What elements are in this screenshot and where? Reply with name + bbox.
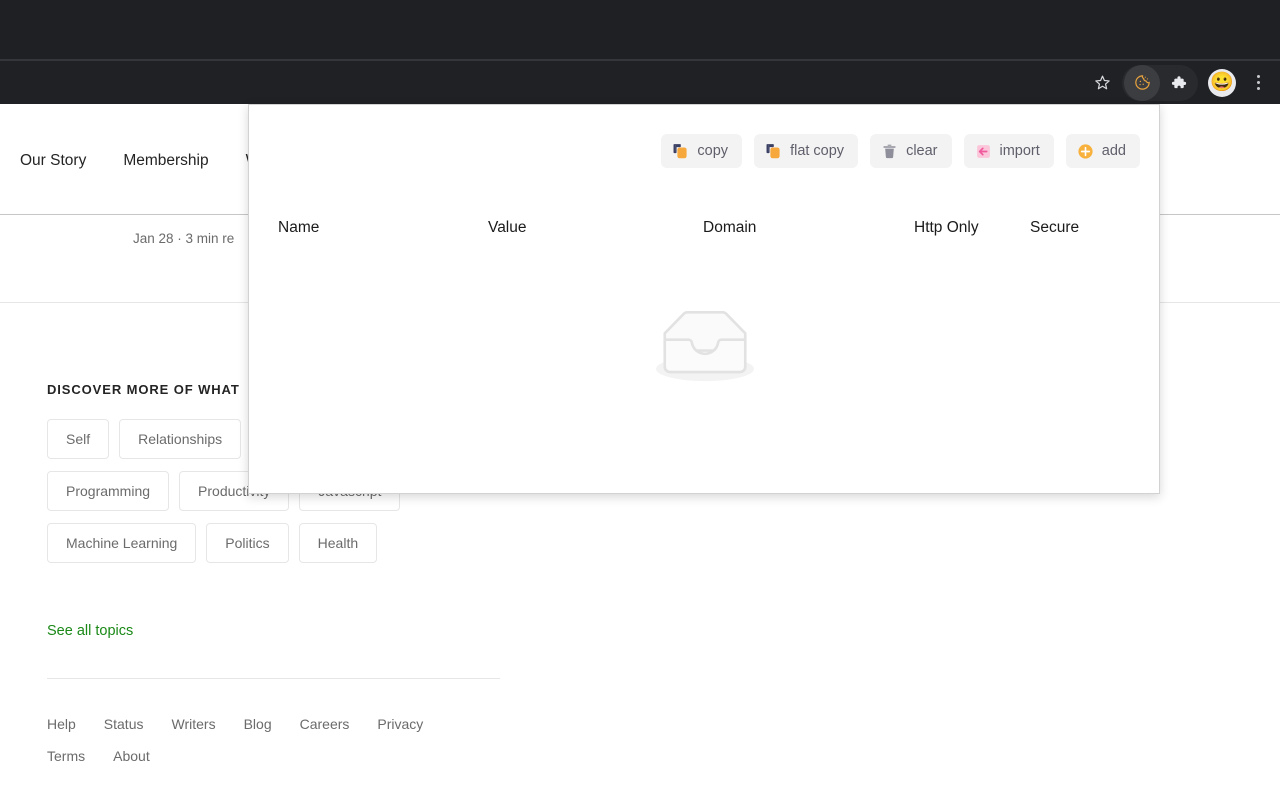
nav-link-our-story[interactable]: Our Story	[20, 152, 86, 170]
column-header-value: Value	[488, 219, 527, 236]
import-button-label: import	[999, 143, 1040, 159]
profile-avatar-icon[interactable]: 😀	[1208, 68, 1236, 97]
topic-chip-health[interactable]: Health	[298, 523, 378, 563]
footer-link-about[interactable]: About	[113, 748, 150, 764]
flat-copy-button-label: flat copy	[790, 143, 845, 159]
browser-chrome: 😀	[0, 0, 1280, 104]
cookie-table-empty-state	[249, 301, 1159, 393]
topic-chip-relationships[interactable]: Relationships	[119, 419, 242, 459]
topic-chip-politics[interactable]: Politics	[206, 523, 289, 563]
footer-links: Help Status Writers Blog Careers Privacy…	[47, 716, 487, 764]
flat-copy-button[interactable]: flat copy	[754, 134, 859, 168]
topic-chip-row: Machine Learning Politics Health	[47, 523, 747, 563]
column-header-name: Name	[278, 219, 320, 236]
copy-icon	[672, 143, 689, 160]
add-circle-icon	[1077, 143, 1094, 160]
popup-action-toolbar: copy flat copy clear import add	[661, 134, 1140, 168]
column-header-domain: Domain	[703, 219, 757, 236]
copy-button-label: copy	[697, 143, 729, 159]
trash-icon	[881, 143, 898, 160]
see-all-topics-link[interactable]: See all topics	[47, 623, 133, 639]
footer-link-blog[interactable]: Blog	[244, 716, 272, 732]
article-date-readtime: Jan 28 · 3 min re	[133, 231, 235, 246]
chrome-menu-icon[interactable]	[1244, 65, 1272, 101]
topic-chip-self[interactable]: Self	[47, 419, 110, 459]
add-button-label: add	[1101, 143, 1126, 159]
site-nav-links: Our Story Membership W	[20, 152, 260, 170]
import-button[interactable]: import	[963, 134, 1054, 168]
footer-link-writers[interactable]: Writers	[172, 716, 216, 732]
clear-button[interactable]: clear	[870, 134, 952, 168]
import-arrow-icon	[975, 143, 992, 160]
column-header-http-only: Http Only	[914, 219, 979, 236]
empty-inbox-icon	[656, 311, 754, 382]
browser-toolbar-actions: 😀	[1084, 61, 1272, 104]
footer-link-status[interactable]: Status	[104, 716, 144, 732]
browser-tab-strip	[0, 0, 1280, 60]
add-button[interactable]: add	[1065, 134, 1140, 168]
footer-link-terms[interactable]: Terms	[47, 748, 85, 764]
nav-link-membership[interactable]: Membership	[123, 152, 208, 170]
flat-copy-icon	[765, 143, 782, 160]
cookie-editor-extension-icon[interactable]	[1124, 64, 1160, 101]
topic-chip-machine-learning[interactable]: Machine Learning	[47, 523, 197, 563]
footer-link-privacy[interactable]: Privacy	[377, 716, 423, 732]
topic-chip-programming[interactable]: Programming	[47, 471, 170, 511]
footer-divider	[47, 678, 500, 679]
cookie-table-header: Name Value Domain Http Only Secure	[249, 219, 1159, 253]
copy-button[interactable]: copy	[661, 134, 743, 168]
cookie-editor-popup: copy flat copy clear import add Name Val…	[248, 104, 1160, 494]
clear-button-label: clear	[906, 143, 938, 159]
footer-link-careers[interactable]: Careers	[300, 716, 350, 732]
bookmark-star-icon[interactable]	[1084, 65, 1120, 101]
extensions-puzzle-icon[interactable]	[1160, 65, 1196, 101]
column-header-secure: Secure	[1030, 219, 1080, 236]
footer-link-help[interactable]: Help	[47, 716, 76, 732]
extensions-pill	[1122, 64, 1198, 101]
